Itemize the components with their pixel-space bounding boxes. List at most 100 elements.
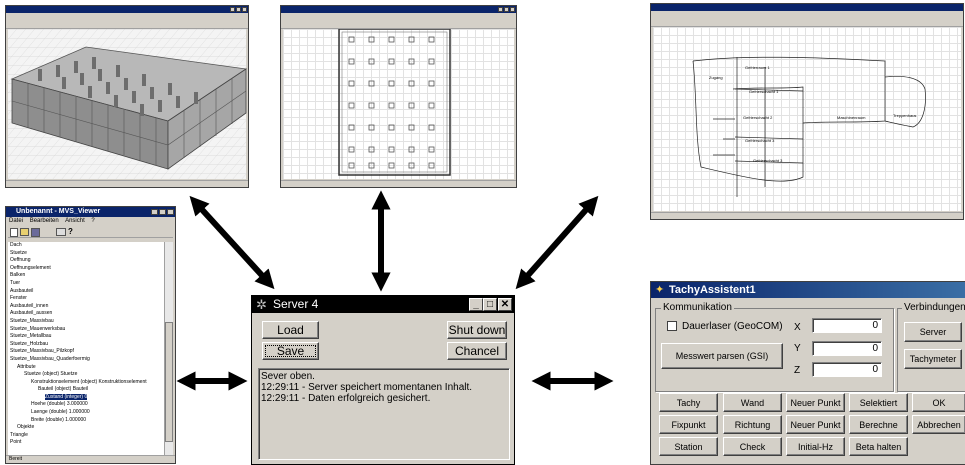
maximize-icon[interactable]: [159, 209, 166, 215]
minimize-icon[interactable]: [151, 209, 158, 215]
tree-node-label: Stuetze_Massivbau_Pilzkopf: [10, 348, 74, 355]
minimize-icon[interactable]: [230, 7, 235, 12]
y-field[interactable]: 0: [812, 341, 882, 356]
tree-node-label: Hoehe (double) 3.000000: [31, 401, 88, 408]
save-button[interactable]: Save: [262, 342, 319, 360]
load-button[interactable]: Load: [262, 321, 319, 339]
tree-node[interactable]: Stuetze_Massivbau: [8, 318, 164, 326]
fixpunkt-button[interactable]: Fixpunkt: [659, 415, 718, 434]
server-connect-button[interactable]: Server: [904, 322, 962, 342]
dauerlaser-checkbox[interactable]: [667, 321, 677, 331]
object-tree[interactable]: Dach Stuetze Oeffnung Oeffnungselement Balke…: [8, 242, 164, 455]
menu-help[interactable]: ?: [91, 218, 94, 224]
sketch-room-label: Treppenhaus: [893, 113, 916, 118]
ok-button[interactable]: OK: [912, 393, 965, 412]
beta-halten-button[interactable]: Beta halten: [849, 437, 908, 456]
help-icon[interactable]: ?: [68, 227, 73, 236]
neuer-punkt-button-2[interactable]: Neuer Punkt: [786, 415, 845, 434]
tree-node[interactable]: Balken: [8, 272, 164, 280]
viewer-3d-canvas[interactable]: [8, 29, 248, 181]
sketch-window: Gefrierraum 1 Zugang Gefrierschacht 1 Ge…: [650, 3, 964, 220]
cancel-button[interactable]: Chancel: [447, 342, 507, 360]
close-icon[interactable]: [167, 209, 174, 215]
wand-button[interactable]: Wand: [723, 393, 782, 412]
tree-node[interactable]: Breite (double) 1.000000: [8, 417, 164, 425]
tree-node[interactable]: Stuetze_Holzbau: [8, 341, 164, 349]
print-icon[interactable]: [56, 228, 66, 236]
shutdown-button[interactable]: Shut down: [447, 321, 507, 339]
selektiert-button[interactable]: Selektiert: [849, 393, 908, 412]
minimize-icon[interactable]: [498, 7, 503, 12]
initial-hz-button[interactable]: Initial-Hz: [786, 437, 845, 456]
tree-node-label: Objekte: [17, 424, 35, 431]
tree-node[interactable]: Tuer: [8, 280, 164, 288]
x-field[interactable]: 0: [812, 318, 882, 333]
parse-gsi-button[interactable]: Messwert parsen (GSI): [661, 343, 783, 369]
tree-node[interactable]: Oeffnung: [8, 257, 164, 265]
station-button[interactable]: Station: [659, 437, 718, 456]
tree-node-label: Oeffnung: [10, 257, 31, 264]
tree-node[interactable]: Stuetze_Massivbau_Pilzkopf: [8, 348, 164, 356]
menu-datei[interactable]: Datei: [9, 218, 23, 224]
tree-node[interactable]: Stuetze_Metallbau: [8, 333, 164, 341]
tree-node-label: Stuetze_Holzbau: [10, 340, 49, 347]
minimize-icon[interactable]: _: [469, 298, 483, 311]
menu-ansicht[interactable]: Ansicht: [65, 218, 85, 224]
tree-scrollbar[interactable]: [164, 242, 173, 455]
viewer-plan-canvas[interactable]: [283, 29, 514, 179]
tree-node-label: Ausbauteil_aussen: [10, 310, 53, 317]
server-window: ✲ Server 4 _ □ ✕ Load Save Shut down Cha…: [251, 295, 515, 465]
tree-node-label: Breite (double) 1.000000: [31, 416, 87, 423]
tree-node[interactable]: Ausbauteil_innen: [8, 303, 164, 311]
sketch-room-label: Gefrierschacht 3: [753, 158, 783, 163]
tree-node[interactable]: Bauteil (object) Bauteil: [8, 386, 164, 394]
tree-node[interactable]: Fenster: [8, 295, 164, 303]
tree-node-label: Ausbauteil: [10, 287, 34, 294]
tree-node-label: Laenge (double) 1.000000: [31, 409, 90, 416]
tree-node[interactable]: Ausbauteil_aussen: [8, 310, 164, 318]
open-icon[interactable]: [20, 228, 29, 236]
richtung-button[interactable]: Richtung: [723, 415, 782, 434]
close-icon[interactable]: [242, 7, 247, 12]
tree-node[interactable]: Stuetze: [8, 250, 164, 258]
abbrechen-button[interactable]: Abbrechen: [912, 415, 965, 434]
tree-node[interactable]: Dach: [8, 242, 164, 250]
connections-group-label: Verbindungen: [902, 302, 965, 313]
maximize-icon[interactable]: [504, 7, 509, 12]
server-app-icon: ✲: [256, 297, 267, 312]
tree-node[interactable]: Zustand (integer) 0: [8, 393, 164, 402]
tree-node[interactable]: Stuetze_Mauerwerksbau: [8, 326, 164, 334]
sketch-canvas[interactable]: Gefrierraum 1 Zugang Gefrierschacht 1 Ge…: [653, 27, 961, 211]
tree-node[interactable]: Konstruktionselement (object) Konstrukti…: [8, 379, 164, 387]
tachymeter-button[interactable]: Tachymeter: [904, 349, 962, 369]
y-label: Y: [794, 343, 801, 354]
menu-bearbeiten[interactable]: Bearbeiten: [30, 218, 59, 224]
tree-node[interactable]: Oeffnungselement: [8, 265, 164, 273]
berechne-button[interactable]: Berechne: [849, 415, 908, 434]
tree-node[interactable]: Attribute: [8, 364, 164, 372]
sketch-room-label: Zugang: [709, 75, 723, 80]
tree-node[interactable]: Stuetze_Massivbau_Quaderfoermig: [8, 356, 164, 364]
tree-node[interactable]: Objekte: [8, 424, 164, 432]
z-label: Z: [794, 365, 801, 376]
maximize-icon[interactable]: [236, 7, 241, 12]
tree-node[interactable]: Stuetze (object) Stuetze: [8, 371, 164, 379]
scroll-thumb[interactable]: [165, 322, 173, 442]
tree-node[interactable]: Ausbauteil: [8, 288, 164, 296]
close-icon[interactable]: ✕: [498, 298, 512, 311]
tree-node[interactable]: Triangle: [8, 432, 164, 440]
tachy-button[interactable]: Tachy: [659, 393, 718, 412]
tree-node[interactable]: Point: [8, 439, 164, 447]
close-icon[interactable]: [510, 7, 515, 12]
maximize-icon[interactable]: □: [483, 298, 497, 311]
tree-node-label: Stuetze_Massivbau: [10, 317, 54, 324]
check-button[interactable]: Check: [723, 437, 782, 456]
tree-node[interactable]: Hoehe (double) 3.000000: [8, 401, 164, 409]
new-icon[interactable]: [10, 228, 18, 237]
neuer-punkt-button[interactable]: Neuer Punkt: [786, 393, 845, 412]
tree-node-label: Balken: [10, 272, 26, 279]
save-icon[interactable]: [31, 228, 40, 237]
z-field[interactable]: 0: [812, 362, 882, 377]
arrow-sketch-to-server: [515, 195, 599, 290]
tree-node[interactable]: Laenge (double) 1.000000: [8, 409, 164, 417]
